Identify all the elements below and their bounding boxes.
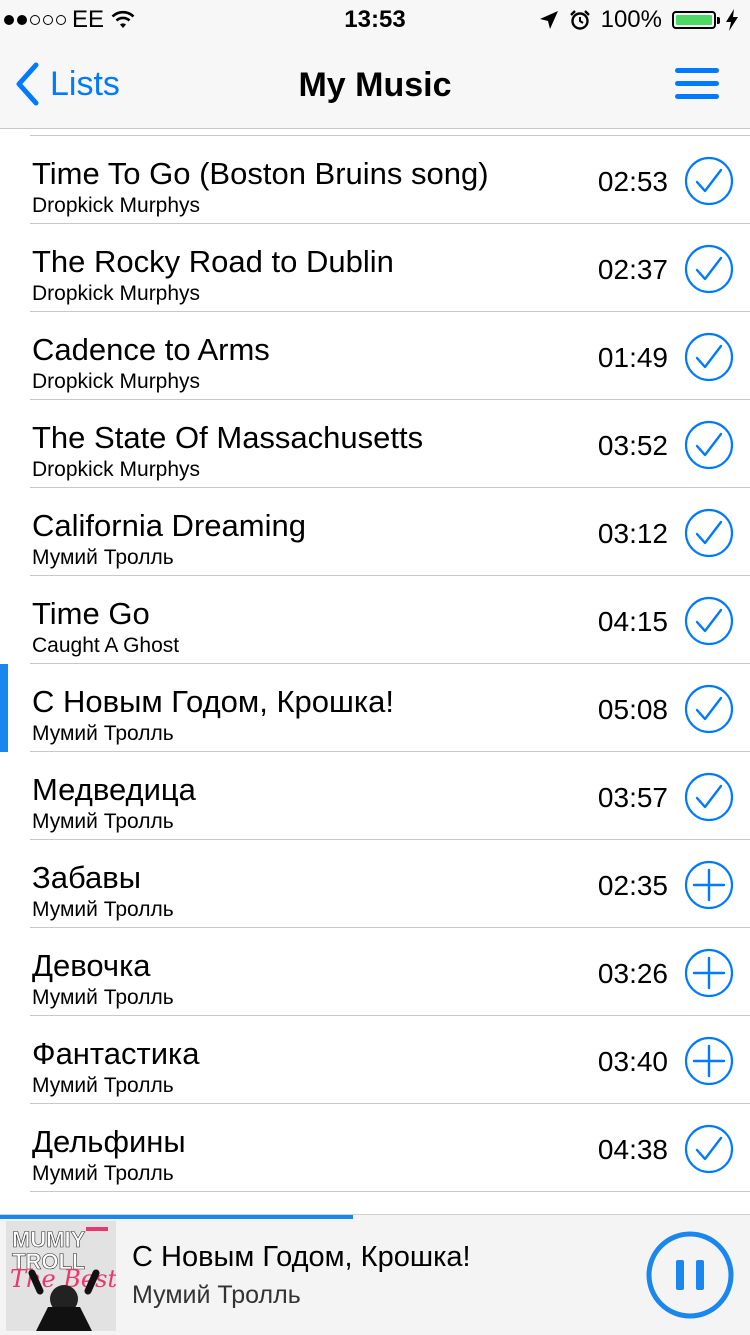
track-duration: 03:40: [597, 1046, 668, 1077]
hamburger-menu-icon[interactable]: [674, 64, 720, 104]
status-right: 100%: [539, 6, 738, 34]
track-list[interactable]: Time To Go (Boston Bruins song) Dropkick …: [0, 128, 750, 1214]
checkmark-circle-icon[interactable]: [684, 684, 734, 734]
track-duration: 03:52: [597, 430, 668, 461]
navigation-bar: Lists My Music: [0, 40, 750, 129]
album-cover: MUMIY TROLL The Best: [6, 1221, 116, 1331]
now-playing-indicator: [0, 664, 8, 752]
track-title: California Dreaming: [32, 508, 306, 543]
charging-bolt-icon: [726, 9, 738, 31]
track-title: Девочка: [32, 948, 151, 983]
location-arrow-icon: [539, 11, 558, 29]
track-title: The Rocky Road to Dublin: [32, 244, 394, 279]
track-artist: Мумий Тролль: [32, 546, 174, 569]
track-duration: 03:12: [597, 518, 668, 549]
track-duration: 01:49: [597, 342, 668, 373]
checkmark-circle-icon[interactable]: [684, 596, 734, 646]
track-title: Фантастика: [32, 1036, 200, 1071]
track-duration: 03:26: [597, 958, 668, 989]
track-artist: Мумий Тролль: [32, 1074, 174, 1097]
checkmark-circle-icon[interactable]: [684, 332, 734, 382]
track-row[interactable]: Фантастика Мумий Тролль 03:40: [0, 1016, 750, 1104]
row-divider: [30, 1191, 750, 1192]
track-duration: 04:15: [597, 606, 668, 637]
track-duration: 05:08: [597, 694, 668, 725]
track-row-playing[interactable]: С Новым Годом, Крошка! Мумий Тролль 05:08: [0, 664, 750, 752]
track-row[interactable]: Дельфины Мумий Тролль 04:38: [0, 1104, 750, 1192]
track-duration: 02:53: [597, 166, 668, 197]
plus-circle-icon[interactable]: [684, 948, 734, 998]
track-duration: 03:57: [597, 782, 668, 813]
checkmark-circle-icon[interactable]: [684, 772, 734, 822]
track-title: Медведица: [32, 772, 196, 807]
track-artist: Мумий Тролль: [32, 810, 174, 833]
track-title: Time To Go (Boston Bruins song): [32, 156, 489, 191]
track-artist: Dropkick Murphys: [32, 370, 201, 393]
track-artist: Мумий Тролль: [32, 1162, 174, 1185]
track-title: С Новым Годом, Крошка!: [32, 684, 394, 719]
track-duration: 02:35: [597, 870, 668, 901]
checkmark-circle-icon[interactable]: [684, 420, 734, 470]
track-row[interactable]: Медведица Мумий Тролль 03:57: [0, 752, 750, 840]
checkmark-circle-icon[interactable]: [684, 156, 734, 206]
track-title: The State Of Massachusetts: [32, 420, 424, 455]
playback-progress-bar[interactable]: [0, 1215, 353, 1219]
track-artist: Мумий Тролль: [32, 986, 174, 1009]
now-playing-bar[interactable]: MUMIY TROLL The Best С Новым Годом, Крош…: [0, 1214, 750, 1335]
track-row[interactable]: Забавы Мумий Тролль 02:35: [0, 840, 750, 928]
track-artist: Dropkick Murphys: [32, 282, 201, 305]
track-row[interactable]: Девочка Мумий Тролль 03:26: [0, 928, 750, 1016]
checkmark-circle-icon[interactable]: [684, 508, 734, 558]
track-title: Дельфины: [32, 1124, 186, 1159]
checkmark-circle-icon[interactable]: [684, 1124, 734, 1174]
track-row[interactable]: The State Of Massachusetts Dropkick Murph…: [0, 400, 750, 488]
track-row[interactable]: California Dreaming Мумий Тролль 03:12: [0, 488, 750, 576]
page-title: My Music: [298, 66, 452, 104]
track-artist: Dropkick Murphys: [32, 194, 201, 217]
track-title: Time Go: [32, 596, 150, 631]
track-row[interactable]: Time Go Caught A Ghost 04:15: [0, 576, 750, 664]
track-artist: Мумий Тролль: [32, 722, 174, 745]
track-title: Cadence to Arms: [32, 332, 270, 367]
track-artist: Caught A Ghost: [32, 634, 180, 657]
status-bar: EE 13:53 100%: [0, 0, 750, 40]
plus-circle-icon[interactable]: [684, 860, 734, 910]
track-row[interactable]: Cadence to Arms Dropkick Murphys 01:49: [0, 312, 750, 400]
track-row[interactable]: Time To Go (Boston Bruins song) Dropkick …: [0, 136, 750, 224]
battery-icon: [672, 11, 720, 29]
battery-percent: 100%: [600, 6, 662, 33]
track-title: Забавы: [32, 860, 141, 895]
track-row[interactable]: The Rocky Road to Dublin Dropkick Murphys…: [0, 224, 750, 312]
now-playing-title: С Новым Годом, Крошка!: [132, 1241, 471, 1273]
track-duration: 04:38: [597, 1134, 668, 1165]
track-artist: Dropkick Murphys: [32, 458, 201, 481]
alarm-clock-icon: [569, 10, 590, 30]
checkmark-circle-icon[interactable]: [684, 244, 734, 294]
plus-circle-icon[interactable]: [684, 1036, 734, 1086]
track-artist: Мумий Тролль: [32, 898, 174, 921]
now-playing-artist: Мумий Тролль: [132, 1281, 301, 1309]
track-duration: 02:37: [597, 254, 668, 285]
pause-button[interactable]: [645, 1230, 735, 1320]
